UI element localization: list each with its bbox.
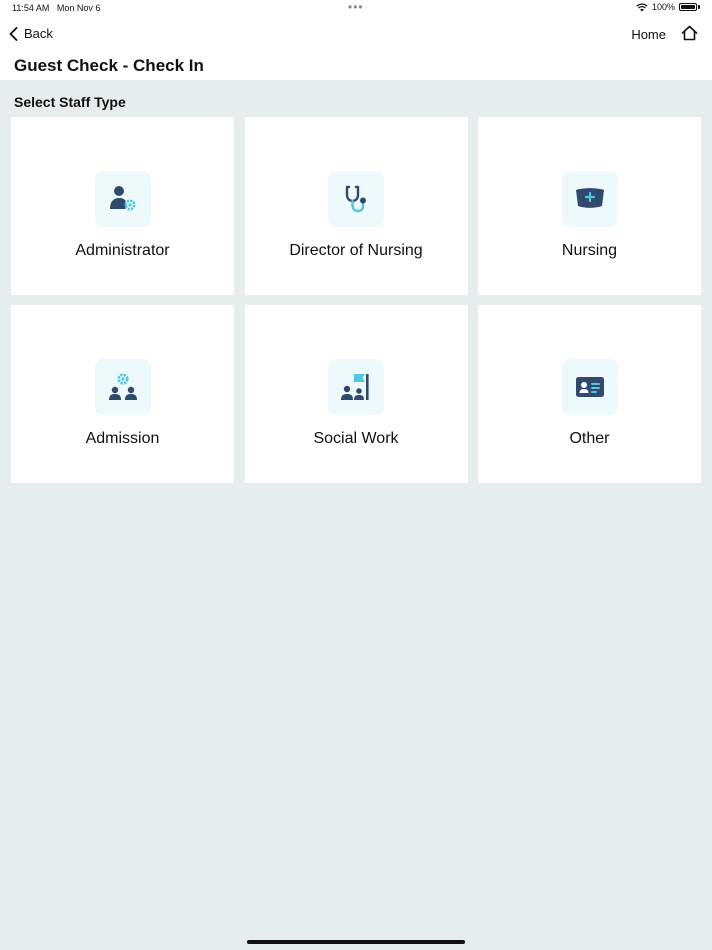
staff-type-card-administrator[interactable]: Administrator — [11, 117, 234, 295]
people-gear-icon — [94, 359, 151, 415]
people-flag-icon — [328, 359, 384, 415]
multitasking-dots-icon[interactable]: ••• — [348, 0, 364, 14]
staff-type-card-nursing[interactable]: Nursing — [478, 117, 701, 295]
back-button[interactable]: Back — [9, 26, 53, 41]
chevron-left-icon — [9, 26, 18, 41]
staff-type-label: Director of Nursing — [289, 242, 423, 259]
clock-time: 11:54 AM — [12, 3, 50, 13]
battery-icon — [679, 3, 697, 11]
section-title: Select Staff Type — [14, 94, 126, 110]
status-bar: 11:54 AM Mon Nov 6 ••• 100% — [0, 0, 712, 17]
clock-date: Mon Nov 6 — [56, 3, 101, 13]
nurse-cap-icon — [561, 171, 618, 227]
home-icon[interactable] — [681, 25, 698, 41]
user-gear-icon — [94, 171, 151, 227]
nav-bar: Back Home Guest Check - Check In — [0, 17, 712, 80]
staff-type-label: Administrator — [75, 242, 170, 259]
staff-type-grid: Administrator Director of Nursing Nursin… — [11, 117, 701, 483]
status-indicators: 100% — [636, 2, 700, 12]
page-title: Guest Check - Check In — [14, 56, 204, 75]
status-time: 11:54 AM Mon Nov 6 — [12, 3, 100, 13]
staff-type-card-director-of-nursing[interactable]: Director of Nursing — [244, 117, 468, 295]
wifi-icon — [636, 2, 648, 11]
battery-tip — [698, 5, 700, 9]
battery-percent: 100% — [651, 2, 675, 12]
staff-type-label: Other — [569, 430, 610, 447]
staff-type-label: Admission — [85, 430, 160, 447]
home-link[interactable]: Home — [631, 27, 666, 42]
staff-type-card-other[interactable]: Other — [478, 305, 701, 483]
home-indicator[interactable] — [247, 940, 465, 944]
id-card-icon — [561, 359, 618, 415]
staff-type-card-social-work[interactable]: Social Work — [244, 305, 468, 483]
stethoscope-icon — [328, 171, 384, 227]
back-label: Back — [24, 26, 53, 41]
staff-type-label: Nursing — [561, 242, 618, 259]
staff-type-card-admission[interactable]: Admission — [11, 305, 234, 483]
staff-type-label: Social Work — [313, 430, 399, 447]
